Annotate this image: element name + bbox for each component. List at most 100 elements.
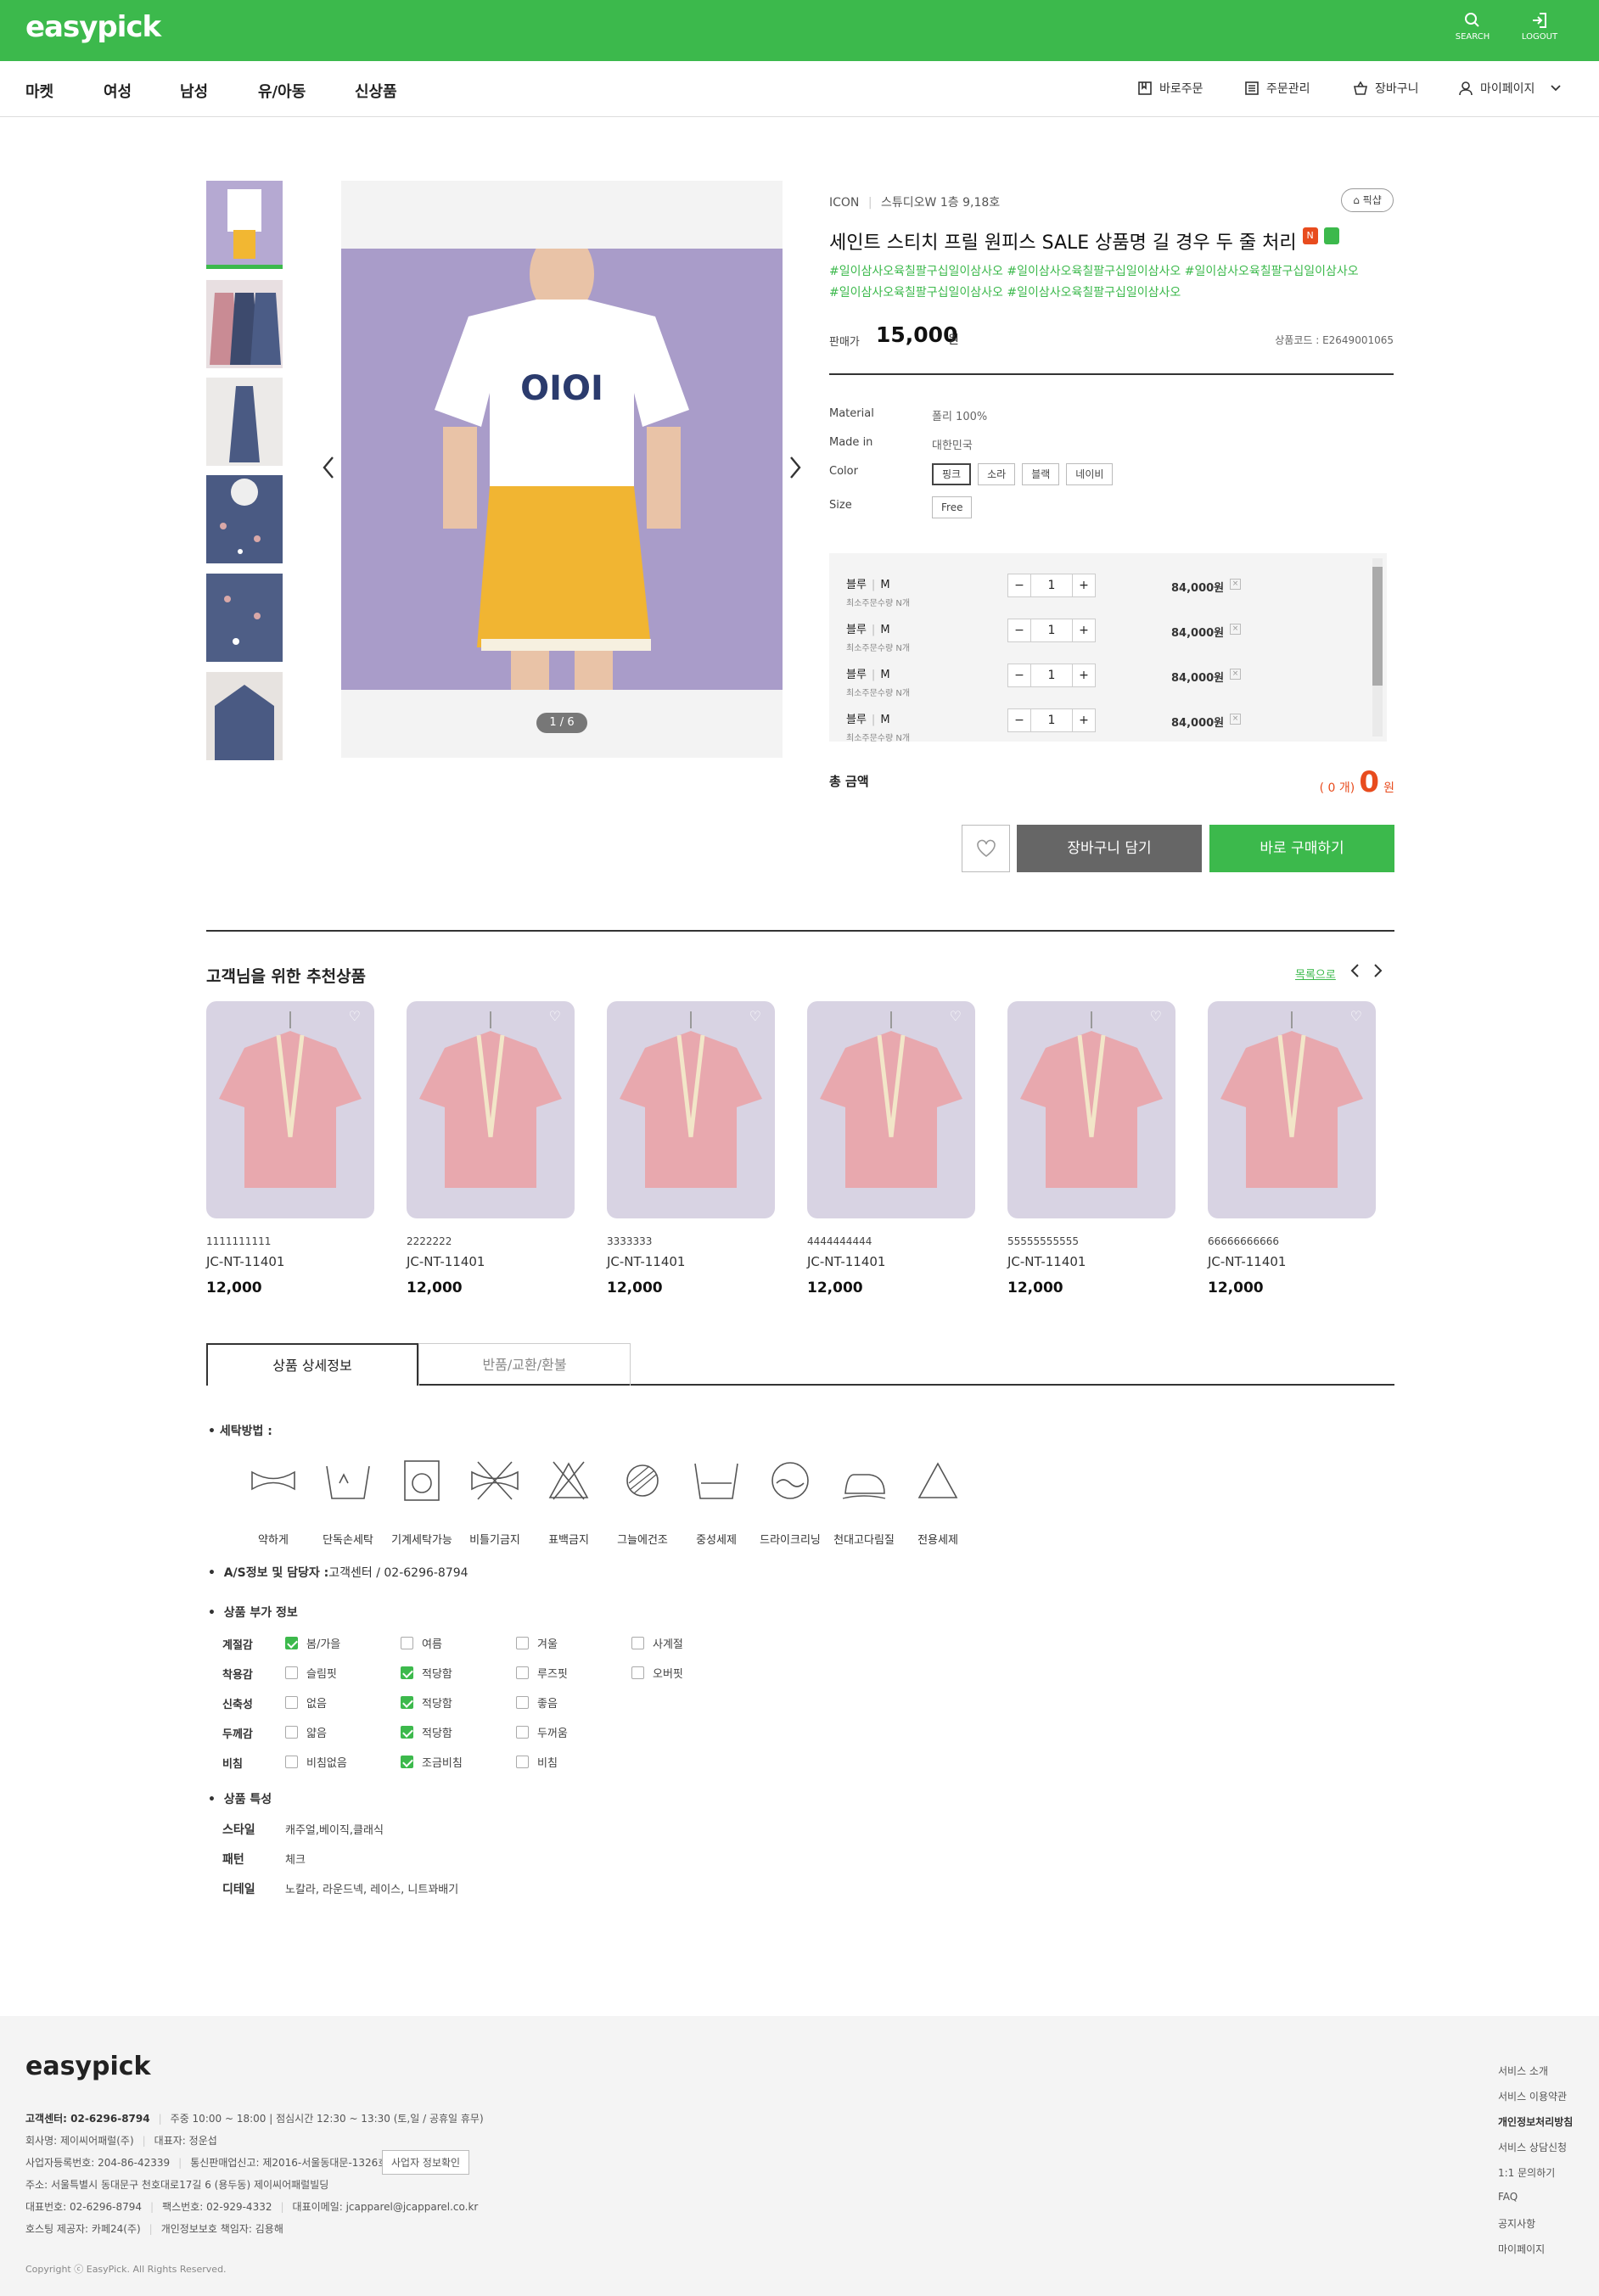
product-thumbnail[interactable]: ♡ (1007, 1001, 1175, 1218)
plus-button[interactable]: + (1073, 619, 1095, 641)
nav-new[interactable]: 신상품 (355, 80, 397, 102)
recommend-card[interactable]: ♡ 55555555555 JC-NT-11401 12,000 (1007, 1001, 1175, 1296)
checkbox-icon[interactable] (516, 1666, 529, 1679)
wishlist-button[interactable] (962, 825, 1010, 872)
checkbox-thick[interactable]: 두꺼움 (516, 1724, 568, 1740)
heart-icon[interactable]: ♡ (349, 1008, 361, 1024)
util-quick-order[interactable]: 바로주문 (1137, 80, 1203, 97)
quantity-value[interactable]: 1 (1030, 709, 1073, 731)
checkbox-stretch-normal[interactable]: 적당함 (401, 1694, 452, 1711)
nav-men[interactable]: 남성 (180, 80, 208, 102)
util-mypage[interactable]: 마이페이지 (1458, 80, 1562, 97)
thumbnail-1[interactable] (206, 181, 283, 269)
nav-women[interactable]: 여성 (104, 80, 132, 102)
color-chip-pink[interactable]: 핑크 (932, 463, 972, 485)
minus-button[interactable]: − (1008, 574, 1030, 596)
checkbox-summer[interactable]: 여름 (401, 1635, 442, 1651)
remove-option-icon[interactable]: × (1230, 669, 1241, 680)
remove-option-icon[interactable]: × (1230, 714, 1241, 725)
thumbnail-6[interactable] (206, 672, 283, 760)
biz-info-button[interactable]: 사업자 정보확인 (382, 2150, 470, 2175)
util-order-manage[interactable]: 주문관리 (1244, 80, 1310, 97)
search-button[interactable]: SEARCH (1447, 12, 1498, 42)
options-scrollbar[interactable] (1372, 558, 1383, 736)
thumbnail-4[interactable] (206, 475, 283, 563)
heart-icon[interactable]: ♡ (549, 1008, 561, 1024)
checkbox-see-through[interactable]: 비침 (516, 1754, 558, 1770)
checkbox-checked-icon[interactable] (401, 1696, 413, 1709)
recommend-card[interactable]: ♡ 1111111111 JC-NT-11401 12,000 (206, 1001, 374, 1296)
product-thumbnail[interactable]: ♡ (807, 1001, 975, 1218)
nav-kids[interactable]: 유/아동 (258, 80, 306, 102)
heart-icon[interactable]: ♡ (749, 1008, 761, 1024)
color-chip-black[interactable]: 블랙 (1022, 463, 1060, 485)
checkbox-stretch-none[interactable]: 없음 (285, 1694, 327, 1711)
minus-button[interactable]: − (1008, 664, 1030, 686)
checkbox-thin[interactable]: 얇음 (285, 1724, 327, 1740)
thumbnail-3[interactable] (206, 378, 283, 466)
checkbox-slim[interactable]: 슬림핏 (285, 1665, 337, 1681)
checkbox-icon[interactable] (631, 1637, 644, 1649)
remove-option-icon[interactable]: × (1230, 624, 1241, 635)
plus-button[interactable]: + (1073, 709, 1095, 731)
add-to-cart-button[interactable]: 장바구니 담기 (1017, 825, 1202, 872)
gallery-next-button[interactable] (788, 456, 803, 486)
tab-return[interactable]: 반품/교환/환불 (418, 1343, 631, 1386)
checkbox-icon[interactable] (631, 1666, 644, 1679)
plus-button[interactable]: + (1073, 574, 1095, 596)
brand-name[interactable]: ICON (829, 196, 859, 210)
minus-button[interactable]: − (1008, 709, 1030, 731)
checkbox-icon[interactable] (285, 1756, 298, 1768)
checkbox-oversize[interactable]: 오버핏 (631, 1665, 683, 1681)
recommend-card[interactable]: ♡ 66666666666 JC-NT-11401 12,000 (1208, 1001, 1376, 1296)
product-thumbnail[interactable]: ♡ (407, 1001, 575, 1218)
footer-link[interactable]: FAQ (1498, 2191, 1518, 2203)
checkbox-icon[interactable] (285, 1696, 298, 1709)
gallery-prev-button[interactable] (321, 456, 336, 486)
quantity-value[interactable]: 1 (1030, 664, 1073, 686)
checkbox-checked-icon[interactable] (401, 1666, 413, 1679)
checkbox-no-see-through[interactable]: 비침없음 (285, 1754, 347, 1770)
scrollbar-thumb[interactable] (1372, 567, 1383, 686)
checkbox-spring-fall[interactable]: 봄/가을 (285, 1635, 340, 1651)
heart-icon[interactable]: ♡ (1350, 1008, 1362, 1024)
checkbox-slight-see-through[interactable]: 조금비침 (401, 1754, 463, 1770)
checkbox-loose[interactable]: 루즈핏 (516, 1665, 568, 1681)
checkbox-icon[interactable] (516, 1696, 529, 1709)
footer-link[interactable]: 1:1 문의하기 (1498, 2165, 1555, 2180)
tags-line[interactable]: #일이삼사오육칠팔구십일이삼사오 #일이삼사오육칠팔구십일이삼사오 (829, 283, 1381, 304)
checkbox-checked-icon[interactable] (401, 1756, 413, 1768)
footer-link[interactable]: 개인정보처리방침 (1498, 2114, 1573, 2129)
recommend-card[interactable]: ♡ 2222222 JC-NT-11401 12,000 (407, 1001, 575, 1296)
footer-link[interactable]: 서비스 이용약관 (1498, 2089, 1567, 2103)
logo[interactable]: easypick (25, 10, 161, 53)
checkbox-checked-icon[interactable] (401, 1726, 413, 1739)
checkbox-icon[interactable] (285, 1666, 298, 1679)
footer-link[interactable]: 공지사항 (1498, 2216, 1535, 2231)
footer-logo[interactable]: easypick (25, 2052, 151, 2081)
color-chip-sora[interactable]: 소라 (978, 463, 1016, 485)
pickshop-button[interactable]: ⌂ 픽샵 (1341, 188, 1394, 212)
util-cart[interactable]: 장바구니 (1353, 80, 1419, 97)
heart-icon[interactable]: ♡ (950, 1008, 962, 1024)
checkbox-fit-normal[interactable]: 적당함 (401, 1665, 452, 1681)
footer-link[interactable]: 서비스 소개 (1498, 2064, 1548, 2078)
color-chip-navy[interactable]: 네이비 (1066, 463, 1114, 485)
checkbox-icon[interactable] (516, 1756, 529, 1768)
footer-link[interactable]: 서비스 상담신청 (1498, 2140, 1567, 2154)
footer-link[interactable]: 마이페이지 (1498, 2242, 1545, 2256)
minus-button[interactable]: − (1008, 619, 1030, 641)
checkbox-winter[interactable]: 겨울 (516, 1635, 558, 1651)
selected-options-list[interactable]: 블루 | M 최소주문수량 N개 −1 + 84,000원 × 블루 | M 최소주문수량… (829, 553, 1387, 742)
product-thumbnail[interactable]: ♡ (206, 1001, 374, 1218)
recommend-prev-button[interactable] (1349, 962, 1361, 983)
checkbox-icon[interactable] (401, 1637, 413, 1649)
recommend-card[interactable]: ♡ 4444444444 JC-NT-11401 12,000 (807, 1001, 975, 1296)
checkbox-thickness-normal[interactable]: 적당함 (401, 1724, 452, 1740)
plus-button[interactable]: + (1073, 664, 1095, 686)
thumbnail-5[interactable] (206, 574, 283, 662)
buy-now-button[interactable]: 바로 구매하기 (1209, 825, 1394, 872)
heart-icon[interactable]: ♡ (1150, 1008, 1162, 1024)
logout-button[interactable]: LOGOUT (1514, 12, 1565, 42)
thumbnail-2[interactable] (206, 280, 283, 368)
